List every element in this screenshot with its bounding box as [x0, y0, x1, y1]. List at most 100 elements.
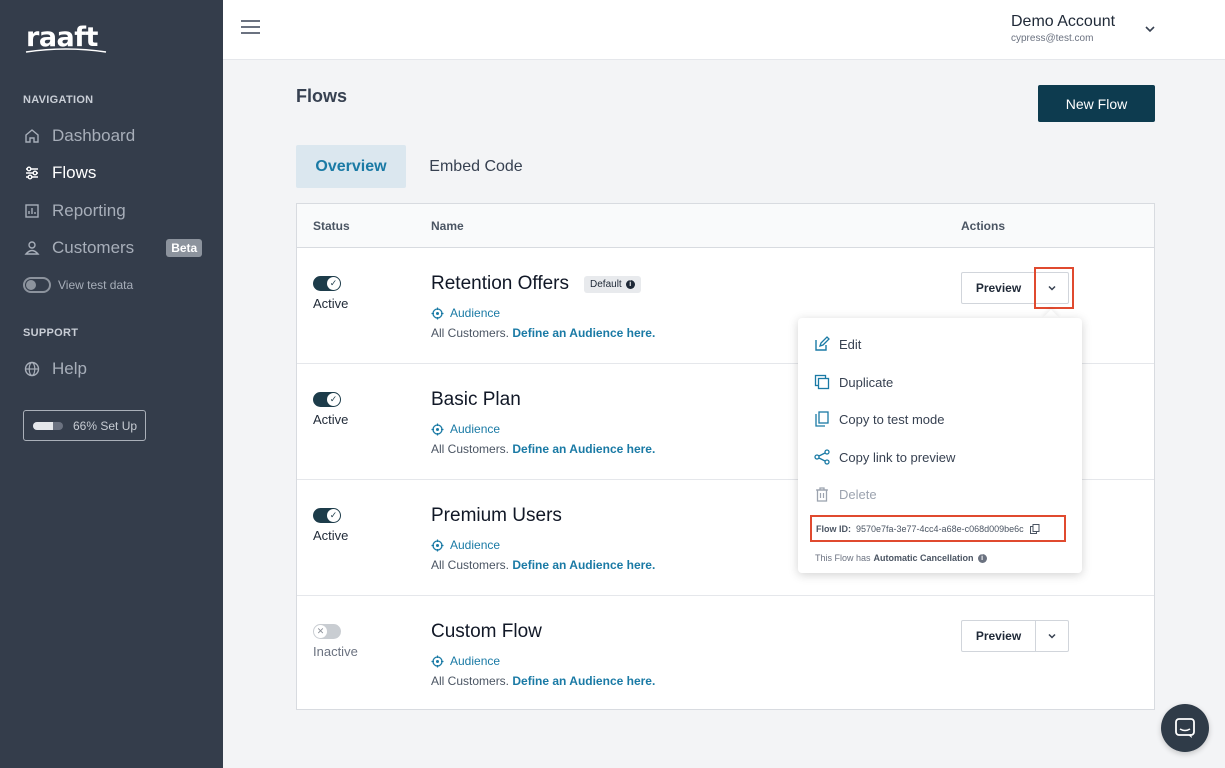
define-audience-link[interactable]: Define an Audience here.: [512, 558, 655, 572]
support-section-label: SUPPORT: [23, 327, 79, 339]
status-toggle[interactable]: ✓: [313, 276, 341, 291]
flow-id-label: Flow ID:: [816, 523, 851, 534]
audience-link[interactable]: Audience: [431, 422, 500, 436]
status-label: Inactive: [313, 644, 358, 659]
chat-icon: [1175, 718, 1195, 738]
flow-name[interactable]: Basic Plan: [431, 389, 521, 411]
target-icon: [431, 423, 444, 435]
cancel-note-prefix: This Flow has: [815, 553, 871, 563]
target-icon: [431, 307, 444, 319]
reporting-icon: [23, 202, 41, 220]
setup-progress-bar: [33, 421, 63, 430]
x-icon: ✕: [314, 625, 327, 638]
flow-name-text: Basic Plan: [431, 389, 521, 410]
tab-overview[interactable]: Overview: [296, 145, 406, 188]
audience-description: All Customers. Define an Audience here.: [431, 442, 655, 456]
sidebar-item-label: Help: [52, 359, 87, 378]
cancel-note-bold: Automatic Cancellation: [873, 553, 974, 563]
sidebar-item-dashboard[interactable]: Dashboard: [23, 123, 135, 149]
flow-name-text: Custom Flow: [431, 621, 542, 642]
flow-id-value[interactable]: 9570e7fa-3e77-4cc4-a68e-c068d009be6c: [856, 524, 1024, 534]
menu-item-label: Edit: [839, 336, 862, 352]
audience-description: All Customers. Define an Audience here.: [431, 558, 655, 572]
column-header-status: Status: [313, 219, 350, 233]
chat-launcher-button[interactable]: [1161, 704, 1209, 752]
preview-button[interactable]: Preview: [961, 272, 1036, 304]
menu-item-label: Copy to test mode: [839, 411, 945, 427]
flow-name[interactable]: Premium Users: [431, 505, 562, 527]
hamburger-menu-icon[interactable]: [241, 20, 260, 36]
view-test-data-label: View test data: [58, 278, 134, 292]
check-icon: ✓: [327, 393, 340, 406]
audience-link[interactable]: Audience: [431, 306, 500, 320]
setup-progress-button[interactable]: 66% Set Up: [23, 410, 146, 441]
account-name: Demo Account: [1011, 13, 1116, 30]
globe-icon: [23, 360, 41, 378]
flow-name[interactable]: Custom Flow: [431, 621, 542, 643]
menu-item-copy-link-to-preview[interactable]: Copy link to preview: [814, 447, 955, 467]
audience-label: Audience: [450, 538, 501, 552]
audience-label: Audience: [450, 654, 501, 668]
flows-icon: [23, 164, 41, 182]
audience-prefix: All Customers.: [431, 674, 510, 688]
flow-name[interactable]: Retention Offers Default i: [431, 273, 641, 295]
define-audience-link[interactable]: Define an Audience here.: [512, 674, 655, 688]
audience-prefix: All Customers.: [431, 558, 510, 572]
copy-icon[interactable]: [1029, 523, 1040, 534]
actions-dropdown-button[interactable]: [1036, 620, 1069, 652]
audience-label: Audience: [450, 422, 501, 436]
chevron-down-icon[interactable]: [1143, 22, 1157, 36]
view-test-data-toggle[interactable]: View test data: [23, 277, 133, 293]
duplicate-icon: [814, 374, 830, 390]
sidebar-item-label: Dashboard: [52, 126, 136, 145]
menu-item-label: Delete: [839, 486, 877, 502]
audience-description: All Customers. Define an Audience here.: [431, 326, 655, 340]
default-badge: Default i: [584, 275, 641, 293]
dropdown-highlight-box: [1034, 267, 1074, 309]
flow-name-text: Retention Offers: [431, 273, 570, 294]
trash-icon: [816, 487, 828, 502]
flow-id-box: Flow ID: 9570e7fa-3e77-4cc4-a68e-c068d00…: [810, 515, 1066, 542]
status-toggle[interactable]: ✓: [313, 392, 341, 407]
sidebar: raaft NAVIGATION Dashboard Flows Reporti…: [0, 0, 223, 768]
menu-item-label: Copy link to preview: [839, 449, 956, 465]
flow-name-text: Premium Users: [431, 505, 562, 526]
account-email: cypress@test.com: [1011, 33, 1094, 44]
menu-item-duplicate[interactable]: Duplicate: [814, 372, 893, 392]
setup-progress-label: 66% Set Up: [73, 418, 138, 433]
audience-link[interactable]: Audience: [431, 538, 500, 552]
logo-swoosh-icon: [25, 48, 107, 53]
status-toggle[interactable]: ✕: [313, 624, 341, 639]
info-icon[interactable]: i: [977, 553, 987, 563]
status-label: Active: [313, 412, 349, 427]
sidebar-item-label: Reporting: [52, 201, 126, 220]
target-icon: [431, 655, 444, 667]
table-header: Status Name Actions: [297, 204, 1154, 248]
beta-badge: Beta: [166, 239, 203, 257]
account-menu[interactable]: Demo Account cypress@test.com: [1011, 13, 1115, 44]
menu-item-delete[interactable]: Delete: [814, 484, 877, 504]
audience-label: Audience: [450, 306, 501, 320]
audience-link[interactable]: Audience: [431, 654, 500, 668]
status-toggle[interactable]: ✓: [313, 508, 341, 523]
home-icon: [23, 127, 41, 145]
sidebar-item-customers[interactable]: Customers Beta: [23, 235, 203, 261]
new-flow-button[interactable]: New Flow: [1038, 85, 1155, 122]
sidebar-item-label: Flows: [52, 163, 97, 182]
define-audience-link[interactable]: Define an Audience here.: [512, 326, 655, 340]
toggle-switch[interactable]: [23, 277, 51, 293]
sidebar-item-reporting[interactable]: Reporting: [23, 198, 126, 224]
preview-button[interactable]: Preview: [961, 620, 1036, 652]
edit-icon: [815, 336, 830, 351]
table-row: ✕ Inactive Custom Flow Audience All Cust…: [297, 596, 1154, 710]
tab-embed-code[interactable]: Embed Code: [416, 145, 536, 188]
menu-item-copy-to-test-mode[interactable]: Copy to test mode: [814, 409, 945, 429]
define-audience-link[interactable]: Define an Audience here.: [512, 442, 655, 456]
info-icon[interactable]: i: [625, 279, 635, 289]
sidebar-item-flows[interactable]: Flows: [23, 160, 96, 186]
sidebar-item-help[interactable]: Help: [23, 356, 87, 382]
audience-description: All Customers. Define an Audience here.: [431, 674, 655, 688]
check-icon: ✓: [327, 509, 340, 522]
menu-item-edit[interactable]: Edit: [814, 334, 861, 354]
automatic-cancellation-note: This Flow has Automatic Cancellation i: [815, 553, 987, 563]
